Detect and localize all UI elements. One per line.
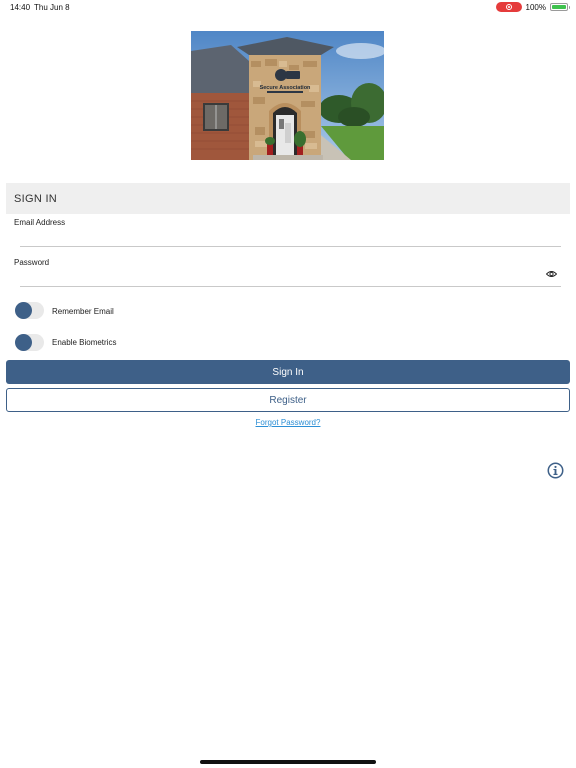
toggle-knob [15,302,32,319]
sign-in-screen: 14:40 Thu Jun 8 100% Secure Association … [0,0,576,768]
enable-biometrics-label: Enable Biometrics [52,338,117,347]
eye-icon[interactable] [546,269,557,279]
register-button[interactable]: Register [6,388,570,412]
sign-in-button[interactable]: Sign In [6,360,570,384]
email-label: Email Address [14,218,66,227]
status-right: 100% [495,2,570,12]
battery-fill [552,5,566,9]
sign-in-header: SIGN IN [6,183,570,214]
password-field[interactable] [20,269,561,287]
home-indicator[interactable] [200,760,376,764]
forgot-password-link[interactable]: Forgot Password? [0,418,576,427]
enable-biometrics-toggle[interactable] [15,334,44,351]
email-field[interactable] [20,229,561,247]
screen-record-icon[interactable] [495,2,522,12]
remember-email-label: Remember Email [52,307,114,316]
password-label: Password [14,258,50,267]
storefront-photo: Secure Association [191,31,384,160]
sign-in-form: Email Address Password Remember Email En… [6,214,570,360]
info-icon[interactable] [547,462,564,479]
remember-email-toggle[interactable] [15,302,44,319]
toggle-knob [15,334,32,351]
status-bar: 14:40 Thu Jun 8 100% [0,0,576,14]
battery-charging-icon [550,3,570,11]
status-date: Thu Jun 8 [34,3,70,12]
hero-sign-text: Secure Association [260,85,311,91]
battery-percent: 100% [525,2,546,12]
sign-in-title: SIGN IN [14,192,58,205]
status-time: 14:40 [10,3,31,12]
